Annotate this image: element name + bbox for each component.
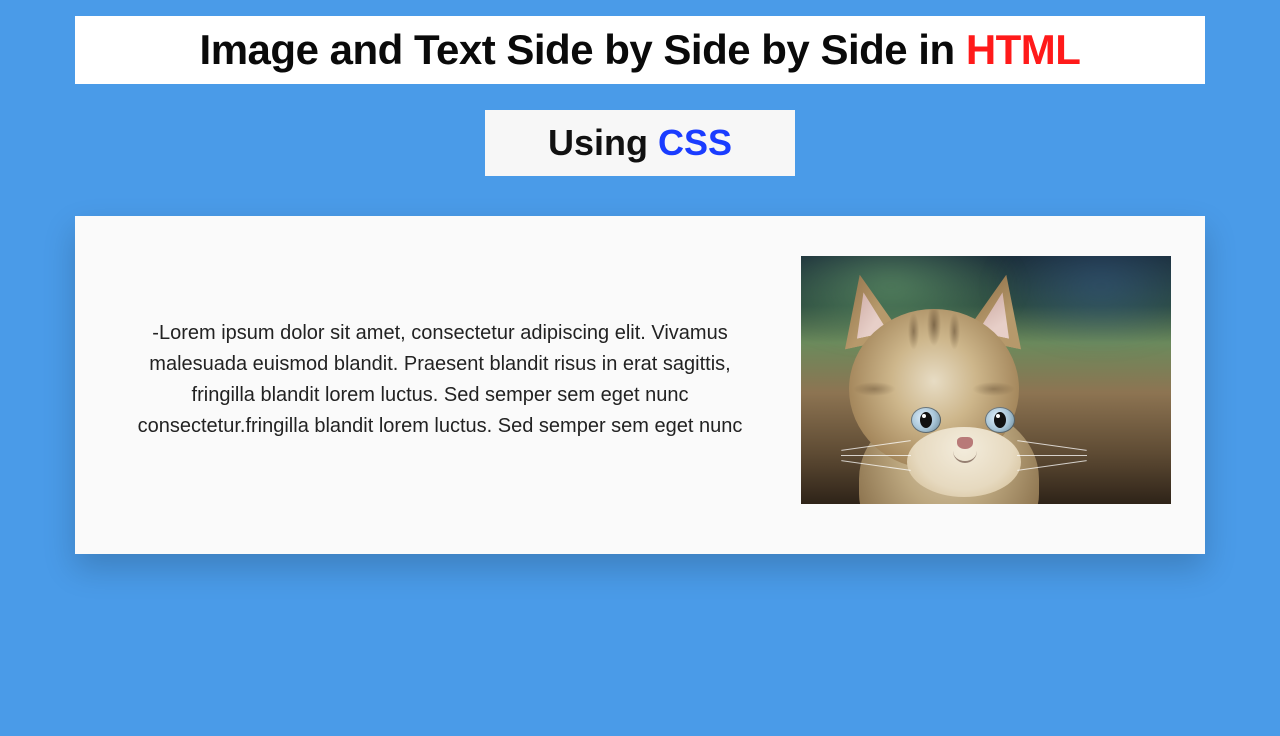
- title-box: Image and Text Side by Side by Side in H…: [75, 16, 1205, 84]
- card-text: -Lorem ipsum dolor sit amet, consectetur…: [109, 318, 771, 442]
- subtitle-box: Using CSS: [485, 110, 795, 176]
- subtitle-accent: CSS: [658, 122, 732, 163]
- card-paragraph: -Lorem ipsum dolor sit amet, consectetur…: [119, 318, 761, 442]
- page-title: Image and Text Side by Side by Side in H…: [95, 26, 1185, 74]
- subtitle-prefix: Using: [548, 122, 658, 163]
- title-prefix: Image and Text Side by Side by Side in: [200, 26, 966, 73]
- content-card: -Lorem ipsum dolor sit amet, consectetur…: [75, 216, 1205, 554]
- kitten-illustration: [801, 256, 1171, 504]
- title-accent: HTML: [966, 26, 1081, 73]
- page-subtitle: Using CSS: [495, 122, 785, 164]
- card-image: [801, 256, 1171, 504]
